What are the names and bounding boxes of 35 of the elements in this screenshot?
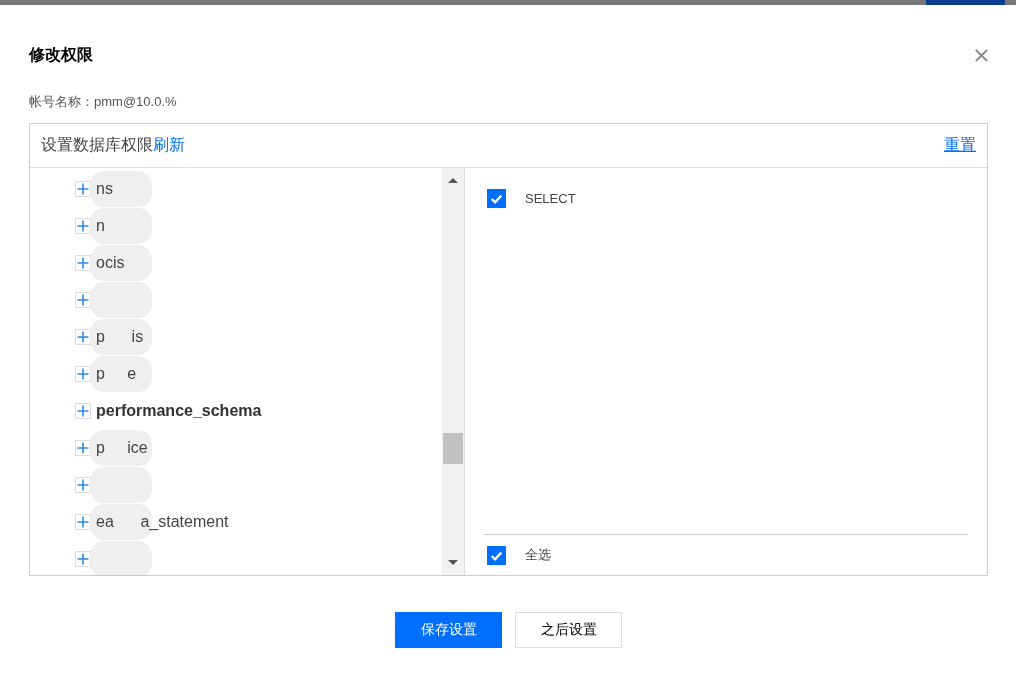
scroll-down-icon[interactable] (447, 559, 459, 567)
database-name[interactable]: p e (96, 364, 137, 383)
scrollbar[interactable] (442, 168, 465, 575)
expand-icon[interactable] (75, 254, 91, 271)
expand-icon[interactable] (75, 476, 91, 493)
database-name[interactable]: ea a_statement (96, 512, 229, 531)
select-all-label: 全选 (525, 546, 551, 564)
expand-icon[interactable] (75, 365, 91, 382)
database-name[interactable]: performance_schema (96, 401, 262, 420)
expand-icon[interactable] (75, 402, 91, 419)
panel-heading: 设置数据库权限 (41, 136, 153, 153)
expand-icon[interactable] (75, 217, 91, 234)
refresh-link[interactable]: 刷新 (153, 136, 185, 153)
scroll-up-icon[interactable] (447, 176, 459, 184)
database-name[interactable]: n (96, 216, 105, 235)
expand-icon[interactable] (75, 180, 91, 197)
checkbox[interactable] (487, 189, 506, 208)
expand-icon[interactable] (75, 439, 91, 456)
later-button[interactable]: 之后设置 (515, 612, 622, 648)
database-name[interactable]: ns (96, 179, 113, 198)
checkbox[interactable] (487, 545, 506, 565)
reset-link[interactable]: 重置 (944, 135, 976, 156)
expand-icon[interactable] (75, 513, 91, 530)
save-button[interactable]: 保存设置 (395, 612, 502, 648)
database-name[interactable]: p is (96, 327, 144, 346)
dialog-title: 修改权限 (29, 44, 93, 65)
expand-icon[interactable] (75, 328, 91, 345)
database-name[interactable]: ocis (96, 253, 125, 272)
account-name: 帐号名称：pmm@10.0.% (29, 93, 178, 111)
close-icon[interactable] (974, 47, 989, 63)
privilege-label: SELECT (525, 191, 576, 206)
database-name[interactable]: p ice (96, 438, 148, 457)
expand-icon[interactable] (75, 550, 91, 567)
scroll-thumb[interactable] (443, 433, 463, 464)
expand-icon[interactable] (75, 291, 91, 308)
